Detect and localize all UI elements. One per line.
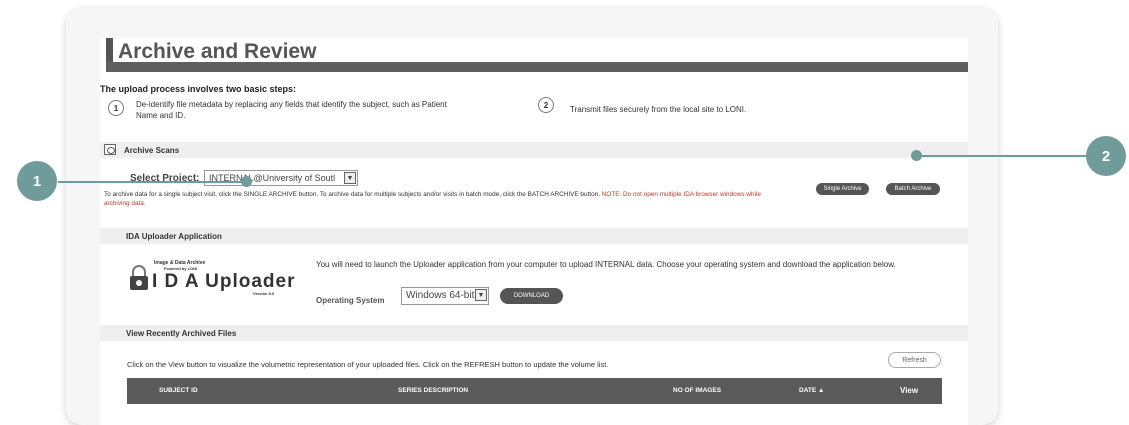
- os-select-value: Windows 64-bit: [406, 290, 475, 301]
- step-1-text: De-identify file metadata by replacing a…: [136, 100, 447, 120]
- archive-instructions: To archive data for a single subject vis…: [104, 190, 784, 208]
- col-date[interactable]: DATE ▲: [799, 387, 824, 394]
- step-1-number: 1: [108, 100, 124, 116]
- col-series-description[interactable]: SERIES DESCRIPTION: [398, 387, 468, 394]
- operating-system-label: Operating System: [316, 296, 385, 305]
- callout-2-marker: 2: [1086, 136, 1126, 176]
- batch-archive-button[interactable]: Batch Archive: [886, 183, 940, 195]
- callout-2-line: [918, 155, 1088, 157]
- padlock-icon: [130, 265, 148, 290]
- callout-2-dot: [911, 150, 922, 161]
- page-title: Archive and Review: [118, 40, 317, 63]
- logo-version-text: Version 8.0: [253, 291, 275, 296]
- chevron-down-icon: ▼: [475, 289, 487, 301]
- project-select[interactable]: INTERNAL@University of Soutl ▼: [204, 170, 358, 186]
- title-bar: Archive and Review: [100, 38, 968, 72]
- col-subject-id[interactable]: SUBJECT ID: [159, 387, 198, 394]
- uploader-title: IDA Uploader Application: [126, 232, 222, 241]
- chevron-down-icon: ▼: [344, 172, 356, 184]
- tutorial-canvas: Archive and Review The upload process in…: [0, 0, 1129, 425]
- recent-files-header: View Recently Archived Files: [100, 325, 968, 341]
- callout-1-line: [58, 181, 246, 183]
- archive-scans-header: Archive Scans: [100, 142, 968, 158]
- title-accent-bar: [106, 38, 113, 64]
- step-2-text: Transmit files securely from the local s…: [570, 105, 747, 114]
- archive-page: Archive and Review The upload process in…: [100, 38, 968, 425]
- recent-files-title: View Recently Archived Files: [126, 329, 237, 338]
- operating-system-select[interactable]: Windows 64-bit ▼: [401, 287, 489, 305]
- refresh-button[interactable]: Refresh: [888, 352, 941, 368]
- callout-1-marker: 1: [17, 161, 57, 201]
- screenshot-card: Archive and Review The upload process in…: [66, 8, 998, 425]
- archive-scans-title: Archive Scans: [124, 146, 180, 155]
- step-2-number: 2: [538, 97, 554, 113]
- uploader-header: IDA Uploader Application: [100, 228, 968, 244]
- col-view[interactable]: View: [900, 386, 918, 395]
- col-no-of-images[interactable]: NO OF IMAGES: [673, 387, 721, 394]
- callout-1-dot: [241, 176, 252, 187]
- logo-main-text: I D A Uploader: [152, 271, 296, 292]
- recent-files-instructions: Click on the View button to visualize th…: [127, 360, 609, 369]
- download-button[interactable]: DOWNLOAD: [500, 288, 563, 304]
- files-table-header: SUBJECT ID SERIES DESCRIPTION NO OF IMAG…: [127, 378, 942, 404]
- archive-icon: [104, 144, 116, 155]
- intro-text: The upload process involves two basic st…: [100, 84, 297, 94]
- uploader-description: You will need to launch the Uploader app…: [316, 260, 896, 269]
- archive-instructions-text: To archive data for a single subject vis…: [104, 191, 600, 198]
- title-rule: [106, 62, 968, 72]
- single-archive-button[interactable]: Single Archive: [816, 183, 869, 195]
